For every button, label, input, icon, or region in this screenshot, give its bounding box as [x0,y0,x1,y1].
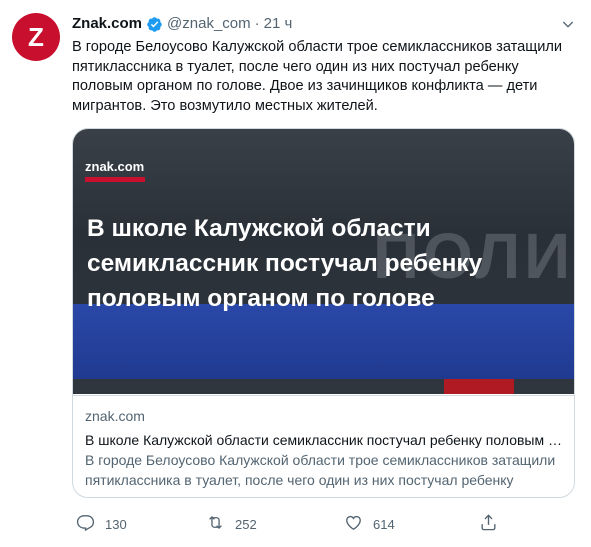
separator-dot: · [254,15,260,32]
card-domain: znak.com [85,408,145,424]
reply-button[interactable]: 130 [76,512,127,536]
svg-text:Z: Z [28,22,44,52]
author-handle[interactable]: @znak_com [167,14,251,34]
tweet-header: Znak.com @znak_com · 21 ч [72,13,579,35]
share-icon [479,513,498,535]
verified-badge-icon [146,16,163,33]
red-strip [444,379,514,394]
like-button[interactable]: 614 [344,512,395,536]
tweet-actions: 130 252 614 [72,512,512,536]
tweet-text: В городе Белоусово Калужской области тро… [72,39,563,114]
chevron-down-icon[interactable] [557,13,579,35]
tweet-timestamp[interactable]: 21 ч [264,14,293,34]
card-description: В городе Белоусово Калужской области тро… [85,452,556,488]
avatar[interactable]: Z [12,13,60,61]
logo-underline [85,177,145,182]
author-name[interactable]: Znak.com [72,14,142,34]
retweet-button[interactable]: 252 [206,512,257,536]
like-count: 614 [373,516,395,532]
retweet-count: 252 [235,516,257,532]
like-icon [344,513,363,535]
card-meta[interactable]: znak.com В школе Калужской области семик… [73,395,574,497]
reply-count: 130 [105,516,127,532]
znak-logo-icon: Z [28,22,44,52]
reply-icon [76,513,95,535]
retweet-icon [206,513,225,535]
card-image[interactable]: ПОЛИЦИЯ znak.com В школе Калужской облас… [73,129,574,394]
card-image-headline: В школе Калужской области семиклассник п… [87,215,483,312]
share-button[interactable] [479,512,498,536]
card-title: В школе Калужской области семиклассник п… [85,432,562,448]
card-image-logo: znak.com [85,159,145,174]
link-card[interactable]: ПОЛИЦИЯ znak.com В школе Калужской облас… [72,128,575,498]
